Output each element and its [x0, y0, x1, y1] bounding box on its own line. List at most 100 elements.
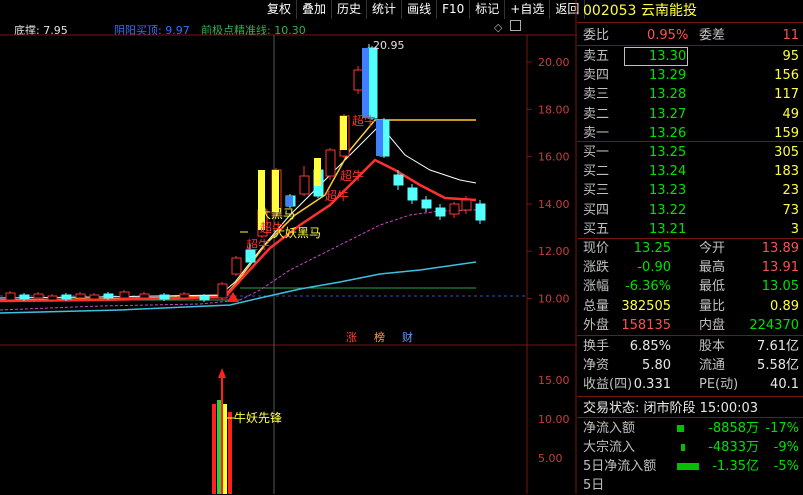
flow-bar [677, 425, 684, 432]
y-tick-label: 20.00 [538, 56, 570, 69]
ask-label: 卖四 [583, 68, 610, 84]
lower-y-tick-label: 15.00 [538, 374, 570, 387]
candle [179, 293, 190, 299]
annotation-super-bull-3: 超牛 [325, 188, 349, 203]
candle [231, 257, 242, 275]
flow-row[interactable]: 净流入额 -8858万 -17% [577, 419, 803, 438]
annotation-super-bull-5: 超牛 [246, 237, 270, 252]
stat-value: 224370 [749, 317, 799, 333]
candle [461, 199, 472, 211]
stat-value: 13.25 [633, 241, 671, 256]
flow-label: 大宗流入 [583, 440, 636, 455]
ask-volume: 159 [774, 125, 799, 141]
trade-state: 交易状态: 闭市阶段 15:00:03 [583, 401, 759, 416]
stat-value: 6.85% [629, 339, 671, 354]
bid-row[interactable]: 买一 13.25 305 [577, 143, 803, 162]
stat-row[interactable]: 涨幅 -6.36% 最低 13.05 [577, 277, 803, 296]
annotation-black-horse: 大黑马 [259, 207, 295, 221]
candle [449, 203, 460, 215]
weicha-label: 委差 [699, 28, 726, 43]
stat-label: PE(动) [699, 377, 739, 393]
stat-row[interactable]: 换手 6.85% 股本 7.61亿 [577, 337, 803, 356]
stat-row[interactable]: 总量 382505 量比 0.89 [577, 297, 803, 316]
candle [367, 47, 378, 119]
stat-value: 0.89 [770, 298, 799, 314]
flow-label: 5日 [583, 478, 605, 493]
bid-label: 买三 [583, 183, 610, 199]
ask-row[interactable]: 卖四 13.29 156 [577, 66, 803, 85]
bid-row[interactable]: 买二 13.24 183 [577, 162, 803, 181]
signal-bar [272, 170, 279, 212]
stat-row[interactable]: 现价 13.25 今开 13.89 [577, 239, 803, 258]
ask-price: 13.27 [649, 106, 687, 122]
ask-row[interactable]: 卖三 13.28 117 [577, 85, 803, 104]
stat-row[interactable]: 涨跌 -0.90 最高 13.91 [577, 258, 803, 277]
candle [475, 203, 486, 221]
bid-volume: 23 [782, 183, 799, 199]
flow-label: 净流入额 [583, 421, 636, 436]
stat-row[interactable]: 净资 5.80 流通 5.58亿 [577, 356, 803, 375]
stat-value: -0.90 [637, 260, 671, 276]
stat-row[interactable]: 收益(四) 0.331 PE(动) 40.1 [577, 375, 803, 394]
stat-label: 总量 [583, 298, 610, 314]
stat-label: 净资 [583, 358, 610, 374]
annotation-super-bull-2: 超牛 [340, 168, 364, 183]
badge-finance[interactable]: 财 [402, 330, 413, 344]
lower-signal-label: 牛妖先锋 [234, 410, 282, 425]
stat-value: 13.91 [761, 260, 799, 276]
stat-label: 收益(四) [583, 377, 633, 393]
candle [89, 294, 100, 300]
candle [139, 293, 150, 299]
bid-price: 13.23 [649, 183, 687, 199]
bid-label: 买四 [583, 202, 610, 218]
badge-limit-up[interactable]: 涨 [346, 331, 357, 344]
stat-value: -6.36% [625, 279, 671, 295]
y-tick-label: 14.00 [538, 198, 570, 211]
ask-row[interactable]: 卖五 13.30 95 [577, 47, 803, 66]
bid-row[interactable]: 买三 13.23 23 [577, 181, 803, 200]
lower-y-tick-label: 5.00 [538, 452, 563, 465]
ask-label: 卖一 [583, 125, 610, 141]
bid-row[interactable]: 买四 13.22 73 [577, 201, 803, 220]
flow-row[interactable]: 5日 [577, 476, 803, 495]
bid-row[interactable]: 买五 13.21 3 [577, 220, 803, 239]
badge-ranking[interactable]: 榜 [374, 330, 385, 344]
stat-label: 内盘 [699, 317, 726, 333]
flow-value: -8858万 [708, 421, 759, 436]
candle [61, 294, 72, 300]
signal-bar [314, 158, 321, 186]
stat-row[interactable]: 外盘 158135 内盘 224370 [577, 316, 803, 335]
ask-volume: 117 [774, 87, 799, 103]
flow-pct: -5% [773, 459, 799, 474]
candle [119, 291, 130, 299]
ask-price: 13.28 [649, 87, 687, 103]
signal-bar [376, 120, 383, 156]
flow-bar [677, 463, 699, 470]
signal-bar [340, 116, 347, 150]
candle [325, 149, 336, 177]
ask-row[interactable]: 卖二 13.27 49 [577, 105, 803, 124]
candle [103, 293, 114, 299]
ask-volume: 95 [782, 49, 799, 64]
quote-panel: 002053 云南能投 委比 0.95% 委差 11 卖五 13.30 95 卖四 13… [577, 0, 803, 494]
bid-price: 13.21 [649, 221, 687, 237]
flow-row[interactable]: 大宗流入 -4833万 -9% [577, 438, 803, 457]
bid-label: 买五 [583, 221, 610, 237]
bid-label: 买一 [583, 145, 610, 160]
candle [47, 295, 58, 301]
ask-row[interactable]: 卖一 13.26 159 [577, 124, 803, 143]
stat-value: 13.89 [761, 241, 799, 256]
bid-price: 13.25 [649, 145, 687, 160]
high-price-label: 20.95 [373, 39, 405, 52]
stat-label: 量比 [699, 298, 726, 314]
candle [393, 174, 404, 186]
signal-bar [362, 48, 369, 118]
ask-price: 13.29 [649, 68, 687, 84]
stat-label: 股本 [699, 339, 726, 354]
price-chart[interactable]: 20.00 18.00 16.00 14.00 12.00 10.00 15.00 10.0… [0, 0, 577, 494]
candle [217, 283, 228, 299]
stat-label: 换手 [583, 339, 610, 354]
candle [299, 175, 310, 195]
stat-label: 最高 [699, 260, 726, 276]
stat-value: 40.1 [770, 377, 799, 393]
